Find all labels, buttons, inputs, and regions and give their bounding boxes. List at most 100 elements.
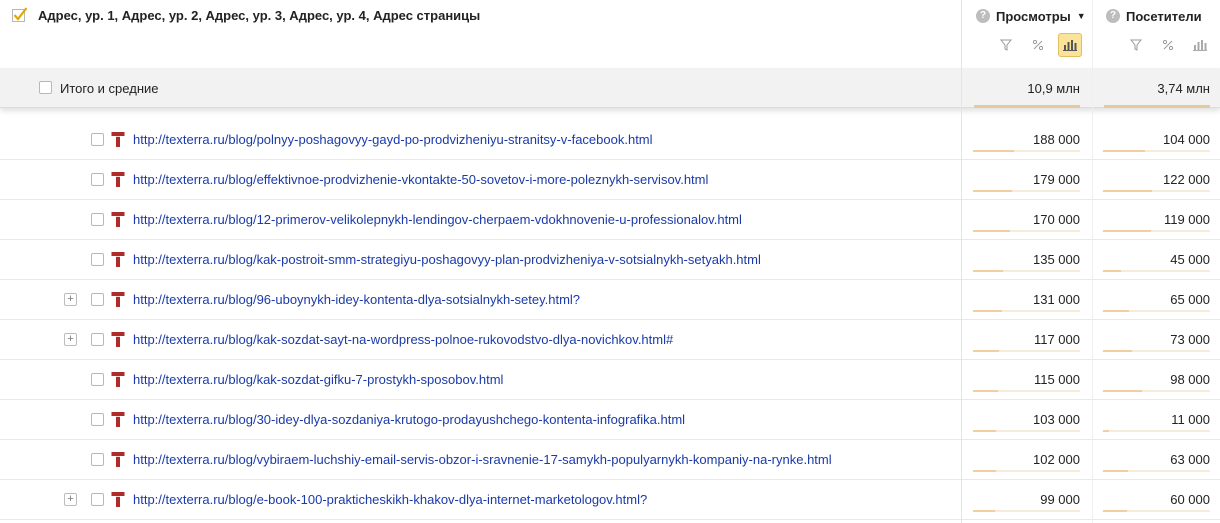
pageviews-value: 102 000: [1033, 452, 1080, 467]
totals-checkbox[interactable]: [39, 81, 52, 94]
visitors-value: 45 000: [1170, 252, 1210, 267]
row-checkbox[interactable]: [91, 453, 104, 466]
pageviews-bar: [973, 270, 1003, 272]
site-favicon-icon: [111, 451, 125, 468]
page-url-link[interactable]: http://texterra.ru/blog/effektivnoe-prod…: [133, 172, 708, 187]
site-favicon-icon: [111, 251, 125, 268]
table-row[interactable]: + http://texterra.ru/blog/e-book-100-prak…: [0, 480, 1220, 520]
help-icon[interactable]: ?: [976, 9, 990, 23]
pageviews-bar-track: [973, 350, 1080, 352]
sort-desc-icon[interactable]: ▼: [1077, 11, 1086, 21]
filter-icon[interactable]: [994, 33, 1018, 57]
pageviews-bar: [973, 510, 995, 512]
pageviews-value: 99 000: [1040, 492, 1080, 507]
pageviews-bar: [973, 310, 1002, 312]
dimension-title[interactable]: Адрес, ур. 1, Адрес, ур. 2, Адрес, ур. 3…: [38, 8, 480, 23]
pageviews-bar-track: [973, 510, 1080, 512]
table-row[interactable]: http://texterra.ru/blog/kak-sozdat-gifku…: [0, 360, 1220, 400]
visitors-bar: [1103, 230, 1151, 232]
page-url-link[interactable]: http://texterra.ru/blog/polnyy-poshagovy…: [133, 132, 653, 147]
visitors-value: 98 000: [1170, 372, 1210, 387]
page-url-link[interactable]: http://texterra.ru/blog/kak-sozdat-sayt-…: [133, 332, 673, 347]
visitors-bar-track: [1103, 510, 1210, 512]
expand-plus-icon[interactable]: +: [64, 293, 77, 306]
visitors-bar-track: [1103, 230, 1210, 232]
table-row[interactable]: http://texterra.ru/blog/12-primerov-veli…: [0, 200, 1220, 240]
pageviews-value: 179 000: [1033, 172, 1080, 187]
site-favicon-icon: [111, 131, 125, 148]
visitors-bar-track: [1103, 430, 1210, 432]
table-row[interactable]: http://texterra.ru/blog/effektivnoe-prod…: [0, 160, 1220, 200]
metric-visitors-label: Посетители: [1126, 8, 1202, 24]
pageviews-value: 188 000: [1033, 132, 1080, 147]
expand-plus-icon[interactable]: +: [64, 493, 77, 506]
column-divider: [961, 0, 962, 523]
page-url-link[interactable]: http://texterra.ru/blog/vybiraem-luchshi…: [133, 452, 832, 467]
table-row[interactable]: + http://texterra.ru/blog/96-uboynykh-ide…: [0, 280, 1220, 320]
pageviews-bar: [973, 230, 1011, 232]
row-checkbox[interactable]: [91, 373, 104, 386]
row-checkbox[interactable]: [91, 173, 104, 186]
visitors-value: 60 000: [1170, 492, 1210, 507]
visitors-bar: [1103, 350, 1133, 352]
totals-label: Итого и средние: [60, 81, 159, 96]
visitors-value: 104 000: [1163, 132, 1210, 147]
page-url-link[interactable]: http://texterra.ru/blog/kak-postroit-smm…: [133, 252, 761, 267]
metric-pageviews-header[interactable]: ? Просмотры ▼: [976, 6, 1086, 26]
table-row[interactable]: http://texterra.ru/blog/kak-postroit-smm…: [0, 240, 1220, 280]
visitors-bar-track: [1103, 310, 1210, 312]
percent-icon[interactable]: [1156, 33, 1180, 57]
row-checkbox[interactable]: [91, 213, 104, 226]
metric-pageviews-label: Просмотры: [996, 8, 1071, 24]
totals-visitors: 3,74 млн: [1157, 81, 1210, 96]
pageviews-bar-track: [973, 430, 1080, 432]
pageviews-bar: [973, 430, 996, 432]
visitors-tools: [1116, 33, 1212, 57]
site-favicon-icon: [111, 371, 125, 388]
visitors-bar: [1103, 190, 1152, 192]
site-favicon-icon: [111, 171, 125, 188]
totals-pageviews-bar: [974, 105, 1080, 108]
percent-icon[interactable]: [1026, 33, 1050, 57]
table-row[interactable]: + http://texterra.ru/blog/kak-sozdat-sayt…: [0, 320, 1220, 360]
page-url-link[interactable]: http://texterra.ru/blog/e-book-100-prakt…: [133, 492, 647, 507]
visitors-bar-track: [1103, 270, 1210, 272]
table-row[interactable]: http://texterra.ru/blog/30-idey-dlya-soz…: [0, 400, 1220, 440]
row-checkbox[interactable]: [91, 133, 104, 146]
row-checkbox[interactable]: [91, 413, 104, 426]
visitors-bar-track: [1103, 150, 1210, 152]
bar-chart-icon[interactable]: [1188, 33, 1212, 57]
visitors-bar: [1103, 310, 1130, 312]
table-row[interactable]: http://texterra.ru/blog/polnyy-poshagovy…: [0, 120, 1220, 160]
row-checkbox[interactable]: [91, 493, 104, 506]
pageviews-bar: [973, 470, 996, 472]
filter-icon[interactable]: [1124, 33, 1148, 57]
pageviews-bar-track: [973, 230, 1080, 232]
row-checkbox[interactable]: [91, 333, 104, 346]
help-icon[interactable]: ?: [1106, 9, 1120, 23]
page-url-link[interactable]: http://texterra.ru/blog/12-primerov-veli…: [133, 212, 742, 227]
visitors-value: 122 000: [1163, 172, 1210, 187]
row-checkbox[interactable]: [91, 253, 104, 266]
pageviews-bar-track: [973, 390, 1080, 392]
pageviews-bar: [973, 190, 1013, 192]
visitors-bar: [1103, 390, 1143, 392]
visitors-value: 73 000: [1170, 332, 1210, 347]
totals-row: Итого и средние 10,9 млн 3,74 млн: [0, 68, 1220, 108]
page-url-link[interactable]: http://texterra.ru/blog/96-uboynykh-idey…: [133, 292, 580, 307]
visitors-value: 63 000: [1170, 452, 1210, 467]
page-url-link[interactable]: http://texterra.ru/blog/30-idey-dlya-soz…: [133, 412, 685, 427]
page-url-link[interactable]: http://texterra.ru/blog/kak-sozdat-gifku…: [133, 372, 503, 387]
totals-pageviews: 10,9 млн: [1027, 81, 1080, 96]
pageviews-value: 170 000: [1033, 212, 1080, 227]
bar-chart-icon[interactable]: [1058, 33, 1082, 57]
pageviews-bar: [973, 150, 1015, 152]
table-row[interactable]: http://texterra.ru/blog/vybiraem-luchshi…: [0, 440, 1220, 480]
visitors-bar: [1103, 430, 1109, 432]
row-checkbox[interactable]: [91, 293, 104, 306]
select-all-checkbox[interactable]: [12, 7, 28, 23]
pageviews-value: 135 000: [1033, 252, 1080, 267]
metric-visitors-header[interactable]: ? Посетители: [1106, 6, 1202, 26]
expand-plus-icon[interactable]: +: [64, 333, 77, 346]
site-favicon-icon: [111, 411, 125, 428]
